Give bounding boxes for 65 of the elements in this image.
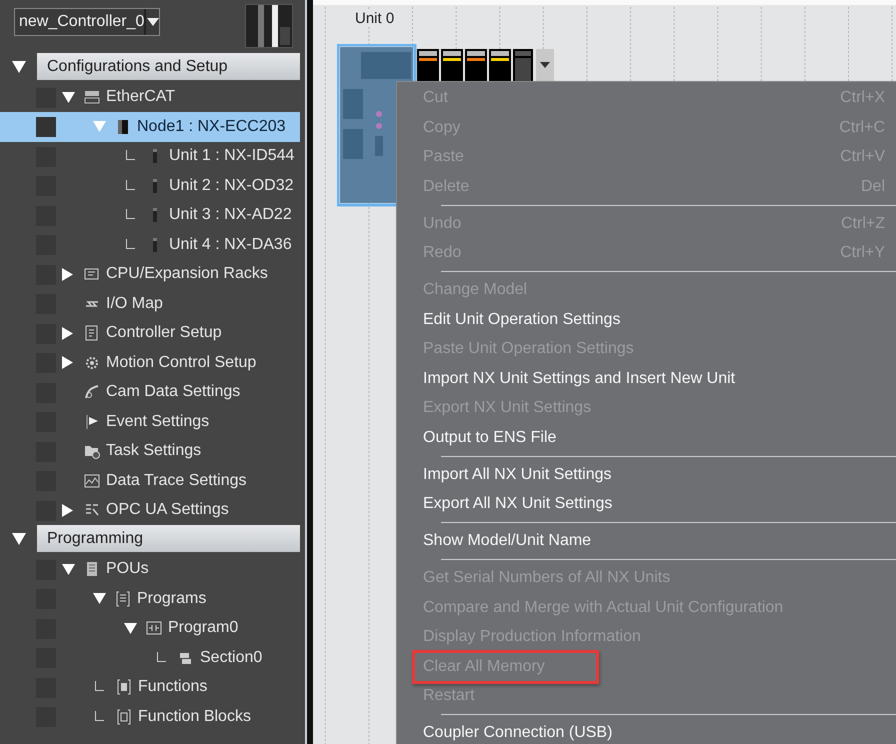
chart-icon (84, 472, 100, 489)
section-header[interactable]: Programming (37, 525, 300, 552)
tree-item[interactable]: Event Settings (0, 407, 300, 436)
tree-branch-line (157, 652, 166, 662)
tree-item[interactable]: Unit 3 : NX-AD22 (0, 200, 300, 230)
tree-item[interactable]: I/O Map (0, 289, 300, 318)
caret-icon[interactable] (62, 92, 75, 103)
caret-icon[interactable] (62, 356, 73, 370)
caret-icon[interactable] (12, 532, 26, 544)
clipboard-icon (84, 325, 100, 342)
document-icon (84, 561, 100, 578)
tree-item[interactable]: Node1 : NX-ECC203 (0, 112, 300, 142)
menu-item[interactable]: Import All NX Unit Settings (397, 460, 896, 490)
tree-item[interactable]: Function Blocks (0, 702, 300, 732)
caret-icon[interactable] (124, 622, 137, 634)
caret-icon[interactable] (62, 326, 73, 340)
dropdown-arrow-icon (146, 18, 159, 26)
tree-item[interactable]: CPU/Expansion Racks (0, 260, 300, 289)
tree-branch-line (126, 238, 135, 249)
rack-icon (84, 266, 100, 282)
tree-item[interactable]: EtherCAT (0, 82, 300, 112)
tree-item[interactable]: POUs (0, 554, 300, 584)
bracket-list-icon (116, 679, 132, 696)
menu-item[interactable]: Output to ENS File (397, 423, 896, 452)
tree-item[interactable]: Functions (0, 672, 300, 702)
caret-icon[interactable] (12, 60, 26, 72)
module-icon (115, 118, 131, 135)
tree-item[interactable]: Motion Control Setup (0, 348, 300, 378)
tree-item[interactable]: Task Settings (0, 436, 300, 466)
caret-icon[interactable] (93, 593, 106, 604)
caret-icon[interactable] (62, 268, 73, 281)
tree-item[interactable]: Unit 1 : NX-ID544 (0, 142, 300, 171)
menu-item[interactable]: Coupler Connection (USB) (397, 718, 896, 744)
gear-icon (84, 354, 100, 371)
tree-item[interactable]: Controller Setup (0, 318, 300, 348)
tree-item[interactable]: OPC UA Settings (0, 496, 300, 525)
tree-item[interactable]: Data Trace Settings (0, 466, 300, 496)
tree-item[interactable]: Cam Data Settings (0, 378, 300, 407)
menu-item[interactable]: Show Model/Unit Name (397, 526, 896, 556)
menu-item[interactable]: Import NX Unit Settings and Insert New Unit (397, 364, 896, 394)
caret-icon[interactable] (62, 564, 75, 575)
curve-icon (84, 384, 100, 400)
tree-branch-line (95, 710, 104, 721)
bracket-list-icon (115, 590, 131, 607)
tree-branch-line (95, 681, 104, 692)
tree-item[interactable]: Programs (0, 584, 300, 614)
tree-branch-line (126, 150, 135, 160)
unit-label: Unit 0 (353, 10, 396, 27)
tree-branch-line (126, 180, 135, 190)
menu-item[interactable]: Edit Unit Operation Settings (397, 305, 896, 334)
folder-clock-icon (84, 443, 100, 460)
controller-dropdown[interactable]: new_Controller_0 (14, 8, 160, 36)
ladder-icon (146, 620, 162, 636)
network-icon (84, 89, 100, 106)
tree-item[interactable]: Program0 (0, 614, 300, 643)
device-thumbnail (245, 4, 293, 48)
tree-branch-line (126, 209, 135, 220)
bracket-block-icon (116, 708, 132, 725)
section-header[interactable]: Configurations and Setup (37, 53, 300, 80)
menu-item[interactable]: Export All NX Unit Settings (397, 490, 896, 519)
tree-item[interactable]: Unit 4 : NX-DA36 (0, 230, 300, 260)
caret-icon[interactable] (62, 504, 73, 517)
flag-icon (84, 414, 100, 430)
tree-item[interactable]: Unit 2 : NX-OD32 (0, 171, 300, 200)
tree-item[interactable]: Section0 (0, 643, 300, 672)
